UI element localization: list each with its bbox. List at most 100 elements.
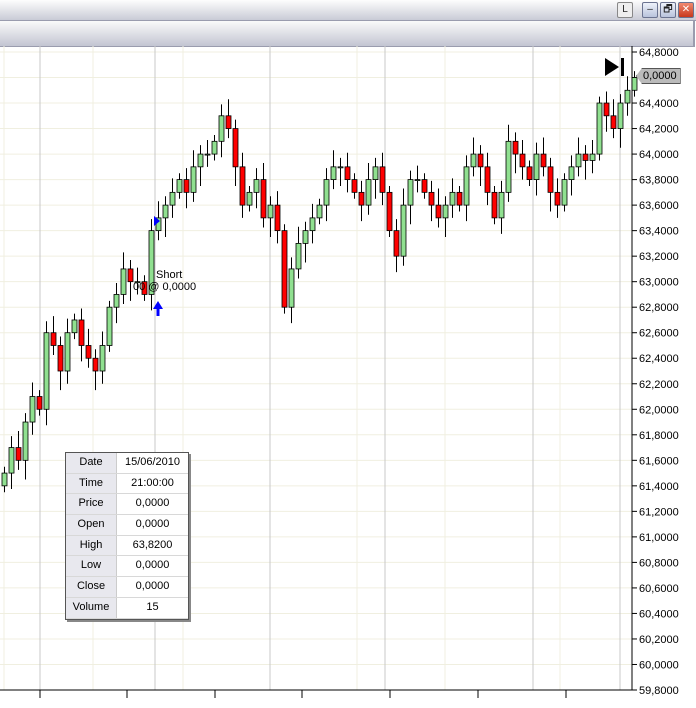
candle (50, 332, 57, 346)
candle (393, 230, 400, 257)
data-window-row: Price 0,0000 (66, 494, 188, 516)
y-tick-label: 62,4000 (639, 353, 679, 365)
candle (463, 166, 470, 206)
candle (22, 421, 29, 461)
link-button[interactable]: L (617, 2, 633, 18)
y-tick-label: 62,2000 (639, 379, 679, 391)
candle (603, 102, 610, 117)
candle (617, 102, 624, 129)
candle (281, 230, 288, 308)
candle (610, 115, 617, 129)
candle (113, 294, 120, 308)
candle (99, 345, 106, 372)
candle (568, 166, 575, 180)
candle (204, 153, 211, 156)
candle (540, 153, 547, 168)
candle (435, 204, 442, 219)
candle (351, 179, 358, 193)
candle (330, 166, 337, 180)
y-tick-label: 60,0000 (639, 659, 679, 671)
candle (589, 153, 596, 161)
candle (127, 268, 134, 283)
candle (225, 115, 232, 129)
y-tick-label: 59,8000 (639, 685, 679, 697)
candle (267, 204, 274, 219)
candle (260, 179, 267, 219)
candle (190, 166, 197, 193)
candle (372, 166, 379, 180)
data-window-row: Date 15/06/2010 (66, 453, 188, 474)
candle (29, 396, 36, 423)
data-window-row: Volume 15 (66, 597, 188, 619)
y-tick-label: 63,2000 (639, 251, 679, 263)
candle (36, 396, 43, 410)
data-window-value: 0,0000 (135, 580, 170, 593)
data-window-row: High 63,8200 (66, 535, 188, 557)
candle (470, 153, 477, 168)
data-window-key: Date (66, 453, 117, 473)
candle (512, 140, 519, 155)
candle (596, 102, 603, 155)
toolbar (0, 21, 695, 47)
candle (575, 153, 582, 168)
candle (162, 204, 169, 219)
data-window-value: 15 (146, 600, 159, 613)
candle (442, 204, 449, 219)
candle (85, 345, 92, 359)
candle (582, 153, 589, 161)
candle (43, 332, 50, 410)
data-window-key: Open (66, 515, 117, 535)
candle (169, 191, 176, 206)
candle (288, 268, 295, 308)
candle (316, 204, 323, 219)
y-tick-label: 63,6000 (639, 200, 679, 212)
candle (239, 166, 246, 206)
data-window-value: 21:00:00 (131, 476, 174, 489)
y-tick-label: 63,8000 (639, 175, 679, 187)
candle (379, 166, 386, 193)
y-tick-label: 62,8000 (639, 302, 679, 314)
candle (428, 191, 435, 206)
candle (106, 306, 113, 346)
candle (526, 166, 533, 180)
close-button[interactable]: ✕ (678, 2, 694, 18)
y-tick-label: 60,4000 (639, 608, 679, 620)
y-tick-label: 60,8000 (639, 557, 679, 569)
candle (624, 89, 631, 104)
trade-marker-label: Short (156, 269, 183, 281)
data-window-value: 0,0000 (135, 497, 170, 510)
candle (211, 140, 218, 155)
candle (120, 268, 127, 295)
candle (309, 217, 316, 232)
data-window-row: Open 0,0000 (66, 515, 188, 536)
y-tick-label: 62,0000 (639, 404, 679, 416)
candle (505, 140, 512, 193)
candle (323, 179, 330, 206)
candle (498, 191, 505, 219)
candle (57, 345, 64, 372)
restore-button[interactable]: 🗗 (660, 2, 676, 18)
y-tick-label: 60,6000 (639, 583, 679, 595)
data-window-key: Volume (66, 597, 117, 618)
data-window-row: Close 0,0000 (66, 577, 188, 598)
candle (491, 191, 498, 219)
candle (414, 179, 421, 182)
y-tick-label: 61,4000 (639, 481, 679, 493)
data-window-key: Price (66, 494, 117, 515)
data-window-row: Time 21:00:00 (66, 473, 188, 495)
candle (274, 204, 281, 232)
candle (183, 179, 190, 193)
candle (64, 332, 71, 372)
data-window-value: 63,8200 (132, 538, 173, 551)
candle (246, 191, 253, 206)
candle (197, 153, 204, 168)
data-window-value: 0,0000 (135, 559, 170, 572)
candle (477, 153, 484, 168)
candle (519, 153, 526, 168)
data-window-key: Time (66, 473, 117, 494)
candle (344, 166, 351, 180)
candle (218, 115, 225, 142)
minimize-button[interactable]: – (642, 2, 658, 18)
candle (456, 191, 463, 206)
candle (71, 319, 78, 334)
